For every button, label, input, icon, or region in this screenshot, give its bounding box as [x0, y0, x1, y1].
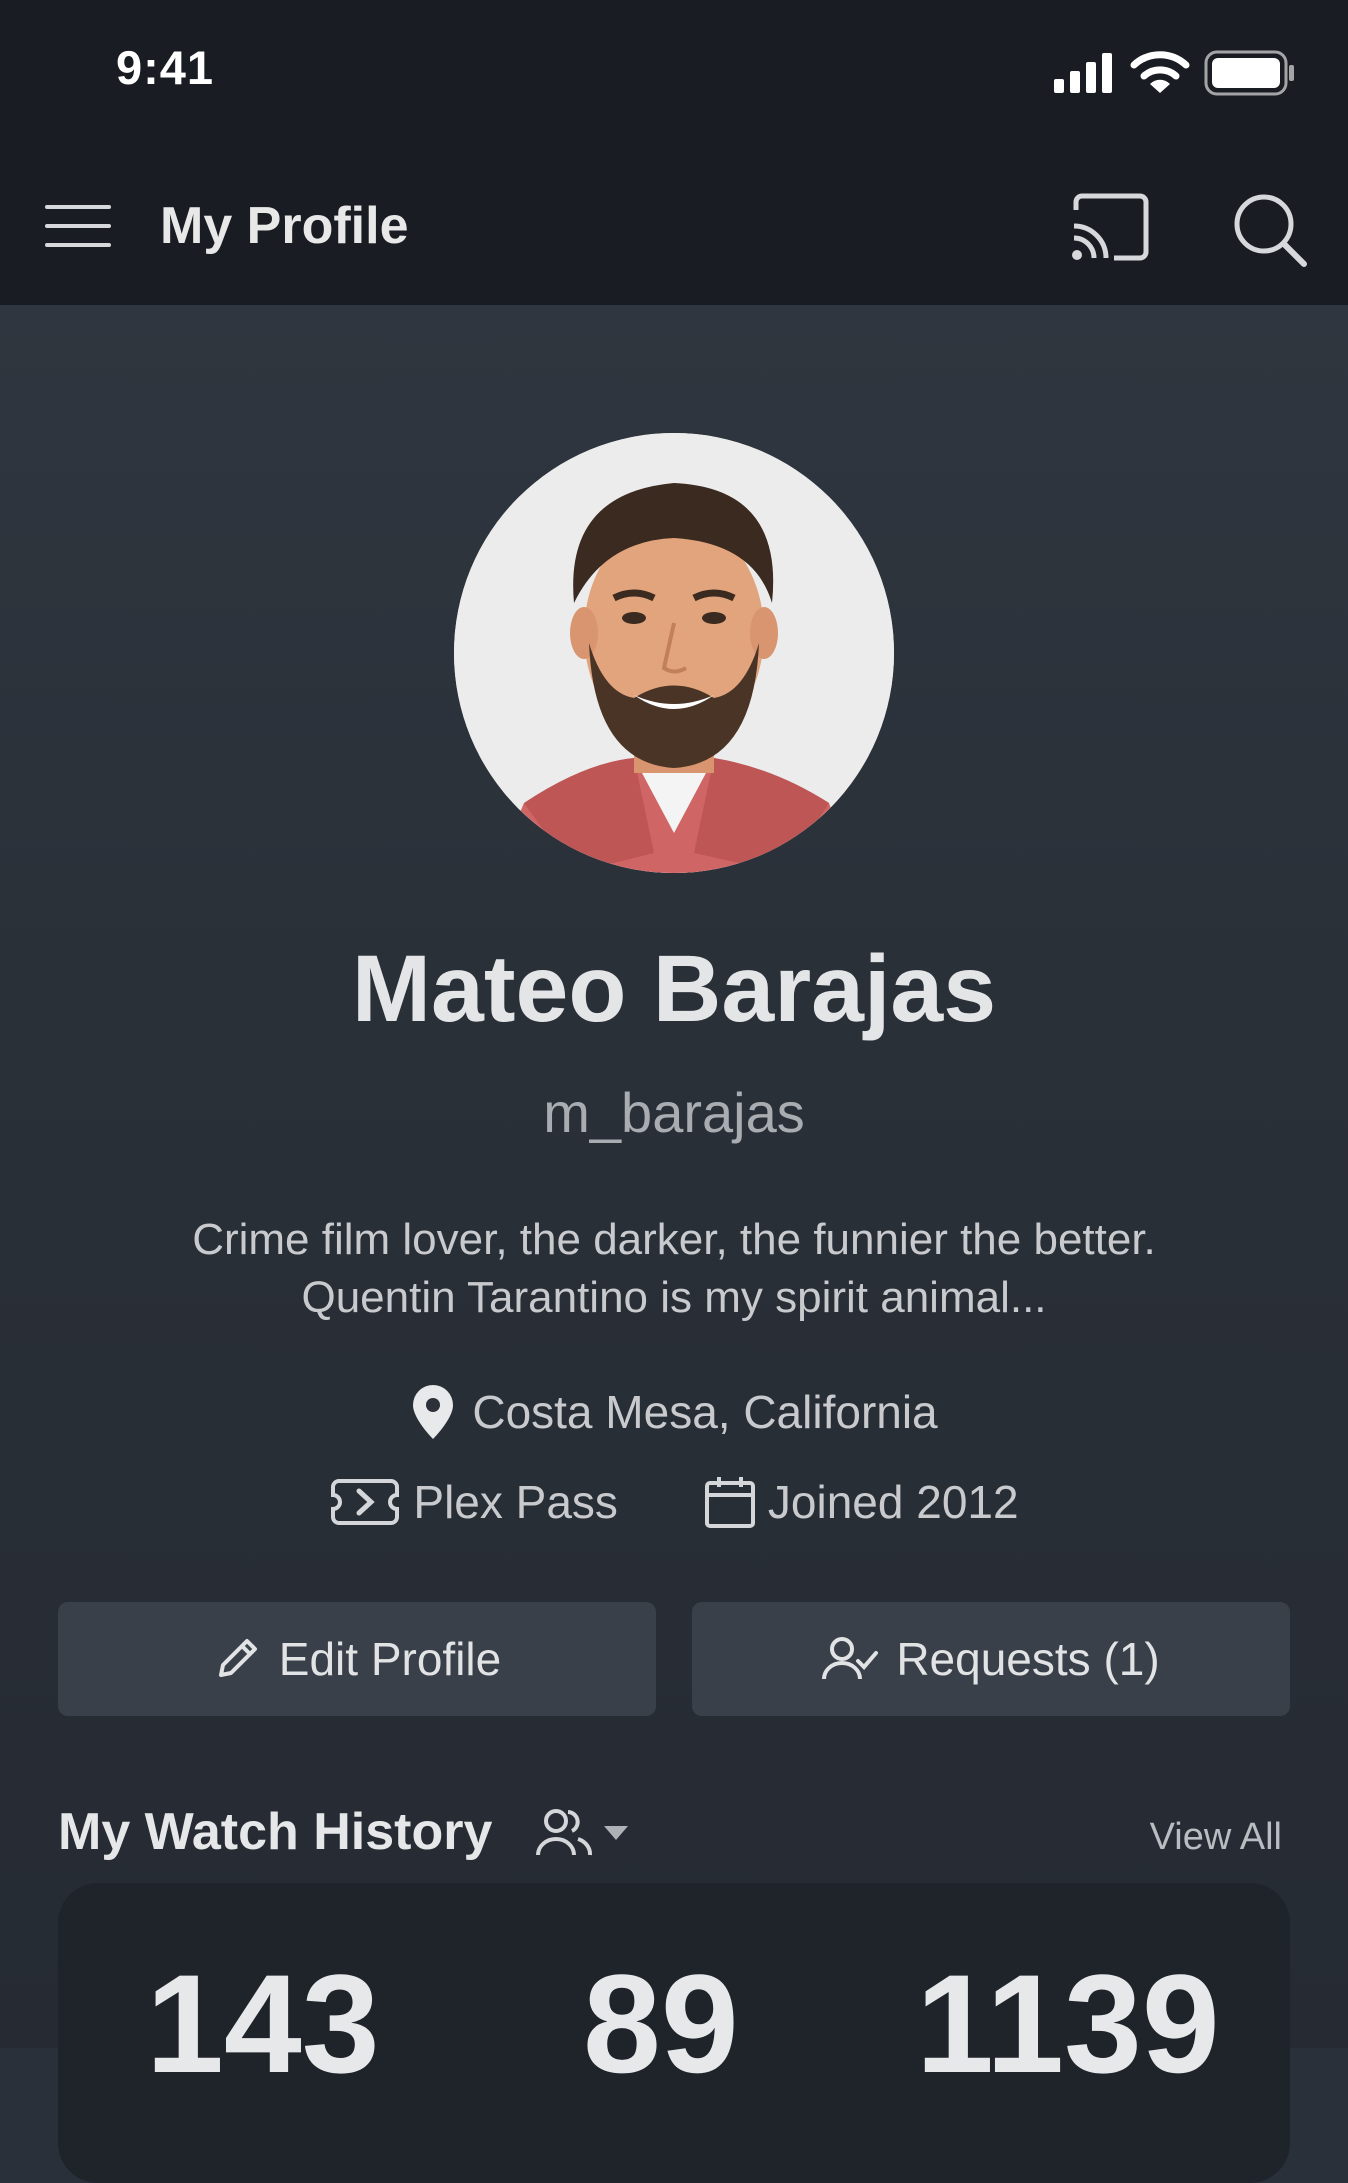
- stat-value: 89: [583, 1945, 739, 2102]
- audience-filter-dropdown[interactable]: [534, 1807, 630, 1859]
- joined-label: Joined 2012: [767, 1476, 1019, 1528]
- avatar[interactable]: [454, 433, 894, 873]
- bio-line: Quentin Tarantino is my spirit animal...: [301, 1273, 1047, 1322]
- users-icon: [536, 1809, 592, 1856]
- status-time: 9:41: [116, 41, 215, 94]
- profile-location: Costa Mesa, California: [0, 1383, 1348, 1441]
- stat-value: 143: [146, 1945, 380, 2102]
- wifi-icon: [1130, 51, 1190, 93]
- profile-section: Mateo Barajas m_barajas Crime film lover…: [0, 305, 1348, 2183]
- watch-history-stats: 143 89 1139: [58, 1883, 1290, 2183]
- requests-label: Requests (1): [896, 1633, 1160, 1685]
- view-all-link[interactable]: View All: [1150, 1816, 1282, 1859]
- page-title: My Profile: [160, 197, 409, 255]
- joined-info: Joined 2012: [704, 1475, 1019, 1529]
- profile-meta: Plex Pass Joined 2012: [0, 1475, 1348, 1529]
- calendar-icon: [704, 1477, 755, 1528]
- hamburger-menu-icon[interactable]: [45, 203, 111, 249]
- user-check-icon: [822, 1637, 879, 1680]
- requests-button[interactable]: Requests (1): [692, 1602, 1290, 1716]
- location-text: Costa Mesa, California: [472, 1386, 938, 1438]
- plex-pass-label: Plex Pass: [413, 1476, 618, 1528]
- pencil-icon: [218, 1639, 257, 1677]
- plex-pass-icon: [331, 1479, 400, 1525]
- plex-pass-badge: Plex Pass: [329, 1475, 618, 1529]
- profile-username: m_barajas: [543, 1081, 805, 1144]
- profile-bio: Crime film lover, the darker, the funnie…: [100, 1211, 1248, 1327]
- status-icons: [1054, 50, 1296, 96]
- status-bar: 9:41: [0, 0, 1348, 140]
- profile-name: Mateo Barajas: [351, 936, 997, 1042]
- bio-line: Crime film lover, the darker, the funnie…: [192, 1215, 1156, 1264]
- edit-profile-label: Edit Profile: [278, 1633, 502, 1685]
- stat-value: 1139: [916, 1945, 1220, 2102]
- profile-photo: [454, 433, 894, 873]
- location-pin-icon: [413, 1385, 454, 1439]
- edit-profile-button[interactable]: Edit Profile: [58, 1602, 656, 1716]
- search-icon[interactable]: [1232, 192, 1307, 267]
- signal-icon: [1054, 53, 1112, 93]
- chevron-down-icon: [604, 1826, 628, 1840]
- cast-icon[interactable]: [1070, 192, 1152, 262]
- watch-history-title: My Watch History: [58, 1803, 493, 1861]
- app-bar: My Profile: [0, 140, 1348, 305]
- battery-icon: [1204, 50, 1294, 96]
